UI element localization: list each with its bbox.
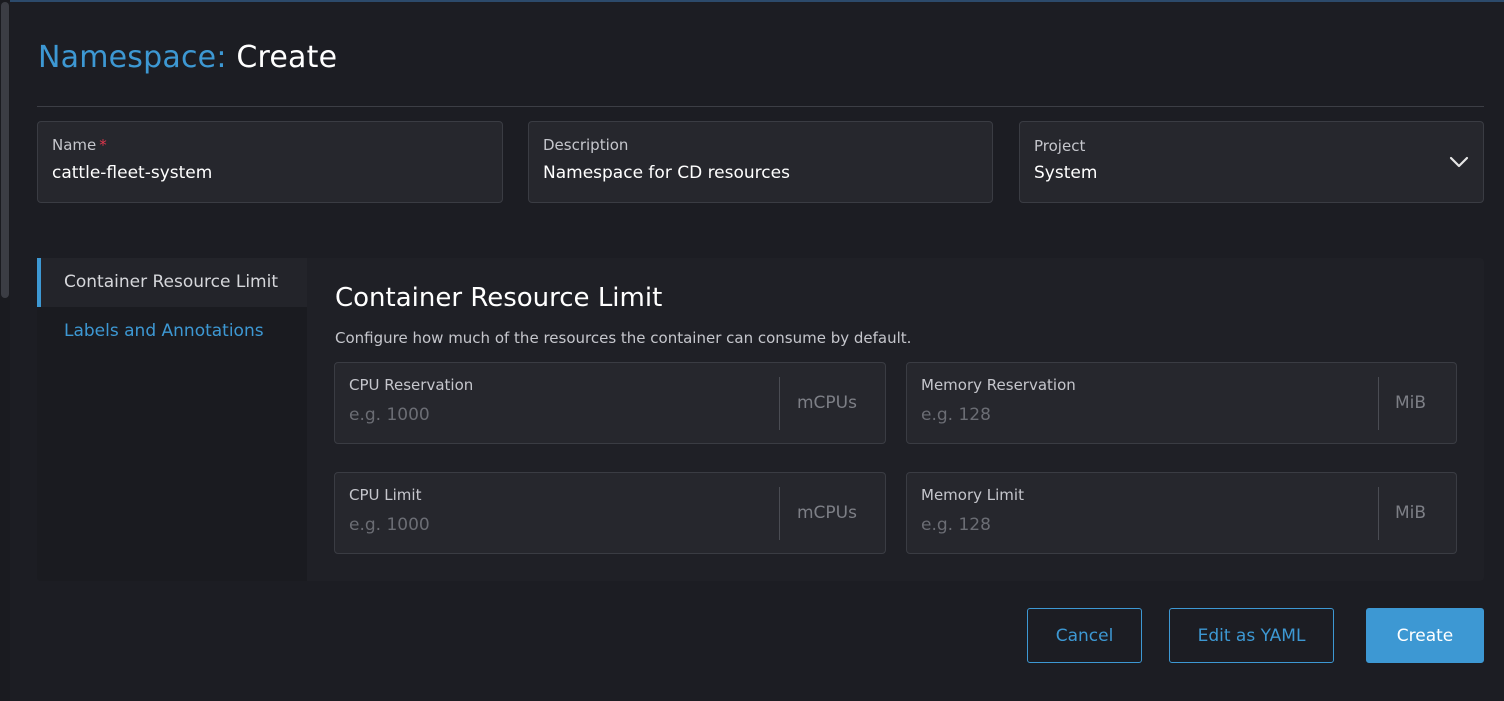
create-button[interactable]: Create xyxy=(1366,608,1484,663)
memory-reservation-label: Memory Reservation xyxy=(921,376,1076,394)
top-border-line xyxy=(0,0,1504,2)
cpu-reservation-unit: mCPUs xyxy=(797,393,857,413)
project-select[interactable]: Project System xyxy=(1019,121,1484,203)
section-description: Configure how much of the resources the … xyxy=(335,329,912,347)
unit-separator xyxy=(779,487,780,540)
memory-limit-unit: MiB xyxy=(1395,503,1427,523)
chevron-down-icon[interactable] xyxy=(1449,152,1469,172)
unit-separator xyxy=(1378,487,1379,540)
memory-reservation-input[interactable] xyxy=(921,403,1321,427)
side-tabs: Container Resource Limit Labels and Anno… xyxy=(37,258,307,581)
page-scrollbar[interactable] xyxy=(0,0,10,701)
project-select-label: Project xyxy=(1034,137,1086,155)
required-marker: * xyxy=(99,136,107,154)
cpu-limit-input[interactable] xyxy=(349,513,749,537)
cpu-reservation-input[interactable] xyxy=(349,403,749,427)
cpu-reservation-label: CPU Reservation xyxy=(349,376,474,394)
page-title-prefix: Namespace: xyxy=(38,40,227,75)
unit-separator xyxy=(779,377,780,430)
project-select-value: System xyxy=(1034,163,1098,183)
memory-limit-input[interactable] xyxy=(921,513,1321,537)
cancel-button[interactable]: Cancel xyxy=(1027,608,1142,663)
memory-reservation-unit: MiB xyxy=(1395,393,1427,413)
section-title: Container Resource Limit xyxy=(335,283,663,313)
page-title-action: Create xyxy=(236,40,338,75)
header-divider xyxy=(37,106,1484,107)
name-field[interactable]: Name * cattle-fleet-system xyxy=(37,121,503,203)
cpu-limit-field[interactable]: CPU Limit mCPUs xyxy=(334,472,886,554)
memory-reservation-field[interactable]: Memory Reservation MiB xyxy=(906,362,1457,444)
edit-as-yaml-button[interactable]: Edit as YAML xyxy=(1169,608,1334,663)
page-title: Namespace: Create xyxy=(38,40,337,75)
description-field-label: Description xyxy=(543,136,629,154)
cpu-reservation-field[interactable]: CPU Reservation mCPUs xyxy=(334,362,886,444)
scrollbar-thumb[interactable] xyxy=(1,2,9,298)
unit-separator xyxy=(1378,377,1379,430)
cpu-limit-unit: mCPUs xyxy=(797,503,857,523)
name-field-label: Name * xyxy=(52,136,107,154)
memory-limit-label: Memory Limit xyxy=(921,486,1024,504)
name-field-value[interactable]: cattle-fleet-system xyxy=(52,163,212,183)
tab-labels-and-annotations[interactable]: Labels and Annotations xyxy=(37,307,307,356)
memory-limit-field[interactable]: Memory Limit MiB xyxy=(906,472,1457,554)
description-field-value[interactable]: Namespace for CD resources xyxy=(543,163,790,183)
cpu-limit-label: CPU Limit xyxy=(349,486,422,504)
description-field[interactable]: Description Namespace for CD resources xyxy=(528,121,993,203)
tab-container-resource-limit[interactable]: Container Resource Limit xyxy=(37,258,307,307)
